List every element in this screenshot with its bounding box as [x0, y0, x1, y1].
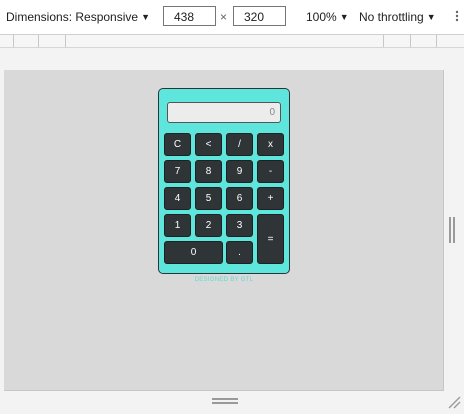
divide-button[interactable]: / [226, 133, 253, 156]
digit-2-button[interactable]: 2 [195, 214, 222, 237]
width-input[interactable] [163, 6, 216, 26]
plus-button[interactable]: + [257, 187, 284, 210]
digit-5-button[interactable]: 5 [195, 187, 222, 210]
height-input[interactable] [233, 6, 286, 26]
multiply-button[interactable]: x [257, 133, 284, 156]
times-separator: × [220, 10, 228, 24]
backspace-button[interactable]: < [195, 133, 222, 156]
chevron-down-icon: ▼ [426, 12, 436, 22]
digit-1-button[interactable]: 1 [164, 214, 191, 237]
equals-button[interactable]: = [257, 214, 284, 264]
minus-button[interactable]: - [257, 160, 284, 183]
dimensions-label: Dimensions: Responsive [6, 10, 139, 24]
clear-button[interactable]: C [164, 133, 191, 156]
device-toolbar: Dimensions: Responsive▼ × 100%▼ No throt… [0, 0, 464, 35]
throttling-label: No throttling [359, 10, 424, 24]
right-resize-handle[interactable] [449, 217, 455, 243]
decimal-button[interactable]: . [226, 241, 253, 264]
zoom-dropdown[interactable]: 100% ▼ [306, 10, 349, 24]
digit-9-button[interactable]: 9 [226, 160, 253, 183]
resize-grip-icon[interactable] [447, 395, 461, 409]
digit-8-button[interactable]: 8 [195, 160, 222, 183]
dimensions-dropdown[interactable]: Dimensions: Responsive ▼ [6, 10, 150, 24]
digit-0-button[interactable]: 0 [164, 241, 223, 264]
chevron-down-icon: ▼ [141, 12, 150, 22]
bottom-resize-handle[interactable] [212, 398, 238, 404]
digit-3-button[interactable]: 3 [226, 214, 253, 237]
digit-7-button[interactable]: 7 [164, 160, 191, 183]
digit-4-button[interactable]: 4 [164, 187, 191, 210]
zoom-label: 100% [306, 10, 337, 24]
media-query-ruler[interactable] [0, 35, 464, 48]
digit-6-button[interactable]: 6 [226, 187, 253, 210]
throttling-dropdown[interactable]: No throttling ▼ [359, 10, 436, 24]
calculator-display: 0 [167, 102, 281, 123]
designer-credit: DESIGNED BY GTL [194, 277, 254, 283]
more-vertical-icon[interactable] [452, 9, 462, 23]
chevron-down-icon: ▼ [339, 12, 349, 22]
calculator: 0 C < / x 7 8 9 - 4 5 6 + 1 2 3 = 0 . [158, 88, 290, 274]
